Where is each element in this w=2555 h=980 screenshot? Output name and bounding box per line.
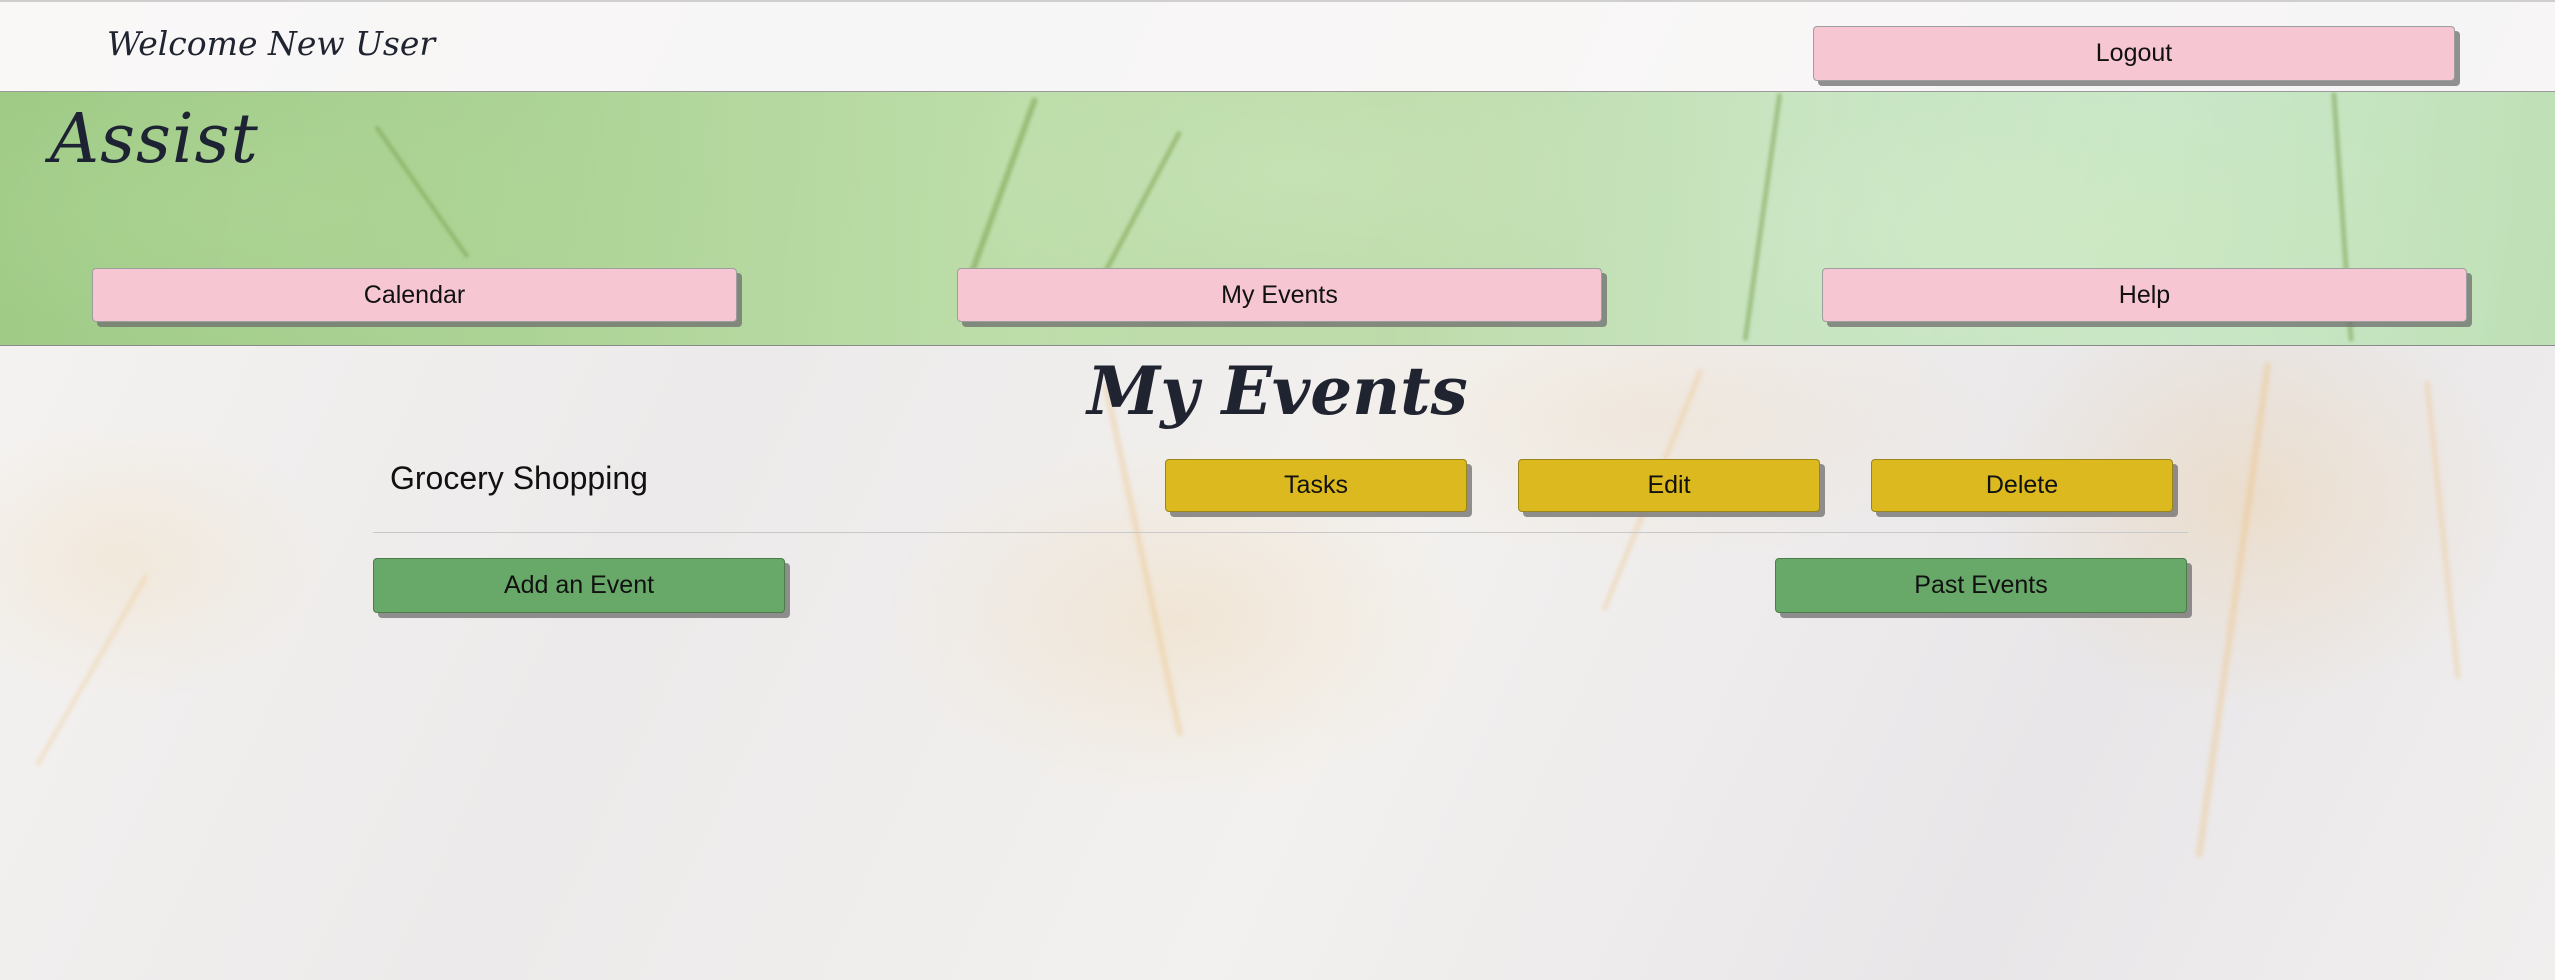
nav-calendar-button[interactable]: Calendar [92, 268, 737, 322]
marble-vein [35, 573, 149, 767]
welcome-message: Welcome New User [107, 24, 436, 63]
marble-vein [374, 125, 470, 259]
divider [373, 532, 2188, 533]
event-name: Grocery Shopping [390, 460, 648, 496]
nav-help-button[interactable]: Help [1822, 268, 2467, 322]
nav-my-events-button[interactable]: My Events [957, 268, 1602, 322]
event-edit-button[interactable]: Edit [1518, 459, 1820, 512]
event-tasks-button[interactable]: Tasks [1165, 459, 1467, 512]
top-bar: Welcome New User Logout [0, 0, 2555, 92]
marble-vein [2195, 361, 2272, 859]
event-delete-button[interactable]: Delete [1871, 459, 2173, 512]
marble-vein [1102, 383, 1184, 737]
marble-vein [967, 96, 1039, 278]
add-event-button[interactable]: Add an Event [373, 558, 785, 613]
page-title: My Events [1087, 352, 1468, 430]
logout-button[interactable]: Logout [1813, 26, 2455, 81]
app-logo: Assist [50, 100, 259, 179]
marble-vein [1102, 130, 1183, 274]
marble-vein [1742, 92, 1783, 342]
past-events-button[interactable]: Past Events [1775, 558, 2187, 613]
